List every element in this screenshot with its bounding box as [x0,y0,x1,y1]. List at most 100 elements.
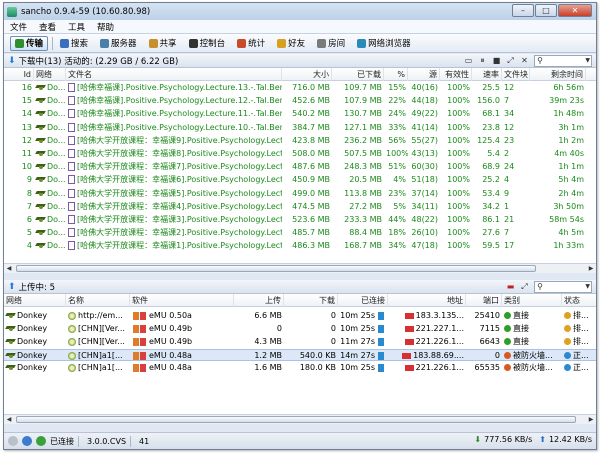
cell-down: 180.0 KB [299,363,336,372]
table-row[interactable]: 13 Do... [哈佛幸福课].Positive.Psychology.Lectu… [4,122,596,134]
column-header-chunks[interactable]: 文件块 [502,68,530,81]
close-button[interactable]: ✕ [558,4,592,17]
cell-done: 127.1 MB [344,122,382,132]
fit-columns-icon[interactable]: ⤢ [519,281,530,292]
cell-done: 507.5 MB [344,149,382,158]
maximize-button[interactable]: □ [535,4,557,17]
scroll-left-icon[interactable]: ◀ [4,264,14,273]
column-header-conn[interactable]: 已连接 [338,294,388,307]
chevron-down-icon[interactable]: ▼ [585,56,590,66]
folder-icon[interactable]: ▭ [463,55,474,66]
column-header-size[interactable]: 大小 [282,68,332,81]
toolbar-button-6[interactable]: 好友 [272,36,310,51]
table-row[interactable]: 16 Do... [哈佛幸福课].Positive.Psychology.Lectu… [4,82,596,94]
friends-icon [277,38,287,48]
app-logo-icon [7,6,17,17]
column-header-port[interactable]: 端口 [466,294,502,307]
column-header-src[interactable]: 源 [408,68,440,81]
cell-eta: 6h 56m [553,83,584,92]
donkey-network-icon [6,364,15,371]
scroll-thumb[interactable] [16,265,536,272]
table-row[interactable]: 4 Do... [哈佛大学开放课程：幸福课1].Positive.Psycholog… [4,240,596,252]
toolbar-button-5[interactable]: 统计 [232,36,270,51]
cell-addr: 221.227.1... [415,324,464,333]
table-row[interactable]: Donkey [CHN][Ver... eMU 0.49b 4.3 MB 0 11m 27… [4,336,596,348]
cell-size: 540.2 MB [292,109,330,119]
column-header-net[interactable]: 网络 [4,294,66,307]
cell-chunks: 23 [504,135,515,145]
column-header-done[interactable]: 已下载 [332,68,384,81]
cell-size: 508.0 MB [292,149,330,158]
table-row[interactable]: 6 Do... [哈佛大学开放课程：幸福课3].Positive.Psycholog… [4,214,596,226]
column-header-state[interactable]: 状态 [562,294,596,307]
table-row[interactable]: 8 Do... [哈佛大学开放课程：幸福课5].Positive.Psycholog… [4,188,596,200]
column-header-net[interactable]: 网络 [34,68,66,81]
table-row[interactable]: Donkey [CHN]a1[... eMU 0.48a 1.2 MB 540.0 KB… [4,349,596,361]
toolbar-button-3[interactable]: 共享 [144,36,182,51]
toolbar-button-2[interactable]: 服务器 [95,36,142,51]
column-header-cat[interactable]: 类别 [502,294,562,307]
column-header-addr[interactable]: 地址 [388,294,466,307]
cell-eta: 3h 50m [553,201,584,211]
table-row[interactable]: 14 Do... [哈佛幸福课].Positive.Psychology.Lectu… [4,108,596,120]
table-row[interactable]: 9 Do... [哈佛大学开放课程：幸福课6].Positive.Psycholog… [4,174,596,186]
column-header-file[interactable]: 文件名 [66,68,282,81]
uploads-filter[interactable]: ⚲ ▼ [534,281,592,293]
minimize-button[interactable]: – [512,4,534,17]
core-version: 3.0.0.CVS [87,436,127,446]
cell-file: [哈佛大学开放课程：幸福课9].Positive.Psychology.Lect… [77,135,282,145]
cell-state: 排... [573,337,589,346]
toolbar-label: 服务器 [111,39,137,49]
cell-id: 11 [21,149,32,158]
column-header-name[interactable]: 名称 [66,294,130,307]
settings-icon[interactable] [8,436,18,446]
column-header-soft[interactable]: 软件 [130,294,234,307]
column-header-eta[interactable]: 剩余时间 [530,68,586,81]
toolbar-button-0[interactable]: 传输 [10,35,49,51]
scroll-right-icon[interactable]: ▶ [586,415,596,424]
downloads-table: Id 网络 文件名 大小 已下载% 源有效性 速率 文件块 剩余时间 16 Do... [哈佛幸福课]… [4,68,596,263]
fit-columns-icon[interactable]: ⤢ [505,55,516,66]
table-row[interactable]: 5 Do... [哈佛大学开放课程：幸福课2].Positive.Psycholog… [4,227,596,239]
column-header-down[interactable]: 下载 [284,294,338,307]
cell-eta: 1h 1m [558,162,584,172]
toolbar-button-7[interactable]: 房间 [312,36,350,51]
video-file-icon [68,135,75,145]
table-row[interactable]: Donkey [CHN][Ver... eMU 0.49b 0 0 10m 25s 221.… [4,323,596,335]
scroll-right-icon[interactable]: ▶ [586,264,596,273]
downloads-hscrollbar[interactable]: ◀ ▶ [4,263,596,273]
column-header-pct[interactable]: % [384,68,408,81]
pause-icon[interactable]: ⏸ [477,55,488,66]
menu-file[interactable]: 文件 [4,21,33,33]
cell-rate: 34.2 [482,201,500,211]
cell-soft: eMU 0.48a [149,363,192,372]
column-header-id[interactable]: Id [4,68,34,81]
table-row[interactable]: Donkey [CHN]a1[... eMU 0.48a 1.6 MB 180.0 KB… [4,362,596,374]
table-row[interactable]: 7 Do... [哈佛大学开放课程：幸福课4].Positive.Psycholog… [4,201,596,213]
column-header-up[interactable]: 上传 [234,294,284,307]
downloads-filter[interactable]: ⚲ ▼ [534,55,592,67]
table-row[interactable]: 12 Do... [哈佛大学开放课程：幸福课9].Positive.Psycholo… [4,135,596,147]
toolbar-button-4[interactable]: 控制台 [184,36,231,51]
table-row[interactable]: Donkey http://em... eMU 0.50a 6.6 MB 0 10m 25… [4,310,596,322]
column-header-avail[interactable]: 有效性 [440,68,472,81]
scroll-left-icon[interactable]: ◀ [4,415,14,424]
table-row[interactable]: 10 Do... [哈佛大学开放课程：幸福课7].Positive.Psycholo… [4,161,596,173]
remove-icon[interactable]: ▬ [505,281,516,292]
menu-view[interactable]: 查看 [33,21,62,33]
table-row[interactable]: 15 Do... [哈佛幸福课].Positive.Psychology.Lectu… [4,95,596,107]
uploads-hscrollbar[interactable]: ◀ ▶ [4,414,596,424]
menu-tools[interactable]: 工具 [62,21,91,33]
toolbar-button-8[interactable]: 网络浏览器 [352,36,416,51]
menu-help[interactable]: 帮助 [91,21,120,33]
stop-icon[interactable]: ■ [491,55,502,66]
toolbar-button-1[interactable]: 搜索 [55,36,93,51]
network-icon[interactable] [22,436,32,446]
scroll-thumb[interactable] [16,416,576,423]
cell-avail: 100% [447,201,470,211]
column-header-rate[interactable]: 速率 [472,68,502,81]
chevron-down-icon[interactable]: ▼ [585,282,590,292]
cell-conn: 10m 25s [340,363,375,372]
table-row[interactable]: 11 Do... [哈佛大学开放课程：幸福课8].Positive.Psycholo… [4,148,596,160]
close-list-icon[interactable]: ✕ [519,55,530,66]
